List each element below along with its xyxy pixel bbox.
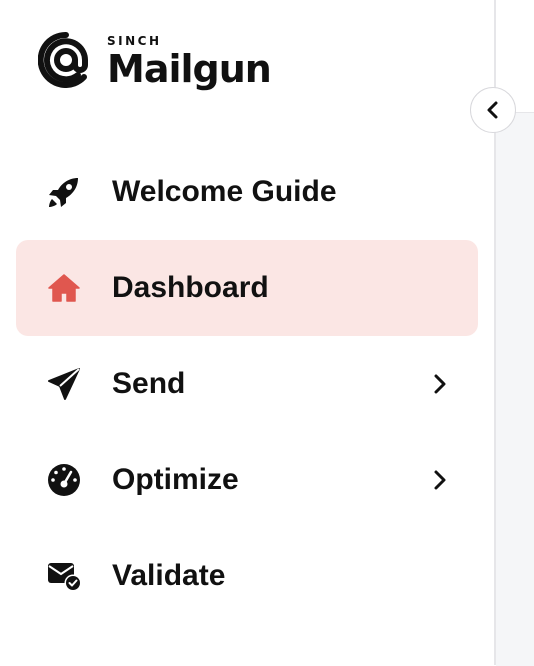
- nav-item-optimize[interactable]: Optimize: [16, 432, 478, 528]
- nav-label-optimize: Optimize: [112, 463, 239, 496]
- sidebar: SINCH Mailgun Welcome Guide Dashboard Se…: [0, 0, 494, 665]
- nav-label-welcome-guide: Welcome Guide: [112, 175, 337, 208]
- chevron-right-icon: [434, 374, 446, 394]
- mailgun-logo[interactable]: SINCH Mailgun: [38, 32, 272, 91]
- chevron-right-icon: [434, 470, 446, 490]
- nav-item-dashboard[interactable]: Dashboard: [16, 240, 478, 336]
- gauge-icon: [46, 462, 82, 498]
- mail-check-icon: [46, 558, 82, 594]
- logo-sinch-text: SINCH: [107, 34, 162, 48]
- home-icon: [46, 270, 82, 306]
- logo-wordmark: SINCH Mailgun: [107, 32, 272, 91]
- nav-item-send[interactable]: Send: [16, 336, 478, 432]
- chevron-left-icon: [487, 101, 498, 119]
- collapse-sidebar-button[interactable]: [470, 87, 516, 133]
- at-sign-logo-icon: [38, 32, 88, 88]
- nav-label-dashboard: Dashboard: [112, 271, 269, 304]
- nav-label-validate: Validate: [112, 559, 226, 592]
- nav-label-send: Send: [112, 367, 186, 400]
- nav-item-welcome-guide[interactable]: Welcome Guide: [16, 144, 478, 240]
- main-content-area: [496, 112, 534, 666]
- nav-item-validate[interactable]: Validate: [16, 528, 478, 624]
- logo-mailgun-text: Mailgun: [107, 47, 272, 91]
- rocket-icon: [46, 174, 82, 210]
- paper-plane-icon: [46, 366, 82, 402]
